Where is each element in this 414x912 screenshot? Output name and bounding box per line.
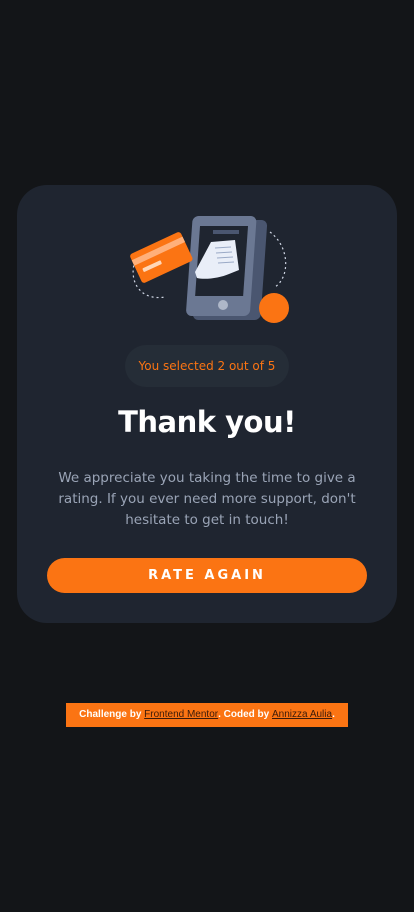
- attribution-suffix: .: [332, 709, 335, 720]
- phone-receipt-illustration: [130, 216, 289, 323]
- thank-you-description: We appreciate you taking the time to giv…: [58, 470, 356, 528]
- attribution-separator: . Coded by: [218, 709, 273, 720]
- attribution-prefix: Challenge by: [79, 709, 145, 720]
- frontend-mentor-link[interactable]: Frontend Mentor: [144, 709, 218, 720]
- page-title: Thank you!: [118, 405, 296, 439]
- author-link[interactable]: Annizza Aulia: [272, 709, 332, 720]
- attribution-footer: Challenge by Frontend Mentor. Coded by A…: [66, 703, 348, 727]
- rate-again-button[interactable]: RATE AGAIN: [47, 558, 367, 593]
- selected-rating-badge: You selected 2 out of 5: [125, 345, 289, 387]
- card-icon: [130, 232, 193, 283]
- thank-you-card: You selected 2 out of 5 Thank you! We ap…: [17, 185, 397, 623]
